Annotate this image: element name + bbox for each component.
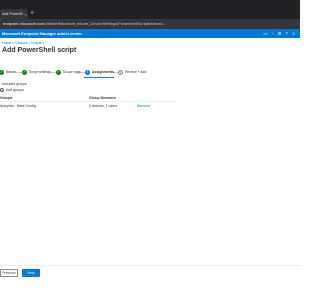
help-icon[interactable]: ? bbox=[284, 31, 289, 36]
footer-divider bbox=[0, 265, 300, 266]
wizard-steps: ✓ Basics ✓ Script settings ✓ Scope tags … bbox=[0, 68, 160, 76]
step-review-add[interactable]: 5 Review + add bbox=[118, 68, 146, 76]
step-label: Assignments bbox=[92, 70, 114, 74]
group-members-cell: 0 devices, 1 users bbox=[89, 104, 118, 108]
step-complete-icon: ✓ bbox=[0, 69, 4, 75]
new-tab-icon[interactable]: + bbox=[30, 10, 34, 18]
step-current-icon: 4 bbox=[85, 69, 90, 75]
more-options-icon[interactable]: ··· bbox=[64, 47, 70, 53]
step-label: Review + add bbox=[125, 70, 147, 74]
add-groups-link[interactable]: + Add groups bbox=[0, 88, 24, 92]
url-path: /#blade/Microsoft_Intune_DeviceSettings/… bbox=[44, 21, 166, 26]
table-header-divider bbox=[0, 101, 175, 102]
step-pending-icon: 5 bbox=[118, 69, 123, 75]
gear-icon[interactable]: ⚙ bbox=[277, 31, 282, 36]
next-button[interactable]: Next bbox=[22, 269, 40, 277]
url-field[interactable]: endpoint.microsoft.com/#blade/Microsoft_… bbox=[3, 21, 293, 27]
terminal-icon[interactable]: ▭ bbox=[263, 31, 268, 36]
plus-icon: + bbox=[0, 88, 4, 92]
portal-title[interactable]: Microsoft Endpoint Manager admin center bbox=[2, 29, 82, 38]
step-label: Basics bbox=[6, 70, 17, 74]
close-tab-icon[interactable]: × bbox=[23, 12, 28, 17]
active-step-indicator bbox=[84, 77, 114, 78]
remove-link[interactable]: Remove bbox=[137, 104, 150, 108]
feedback-icon[interactable]: ☺ bbox=[291, 31, 296, 36]
browser-tab[interactable]: Add PowerShell script - Micro × bbox=[0, 9, 28, 19]
previous-button[interactable]: Previous bbox=[0, 269, 18, 277]
column-header-group-members: Group Members bbox=[89, 96, 116, 100]
step-label: Scope tags bbox=[63, 70, 81, 74]
add-groups-label: Add groups bbox=[6, 88, 24, 92]
browser-tab-title: Add PowerShell script - Micro bbox=[2, 12, 23, 16]
group-name-cell: Autopilot - Base Config bbox=[0, 104, 36, 108]
browser-tab-bar: Add PowerShell script - Micro × + bbox=[0, 0, 300, 19]
included-groups-label: Included groups bbox=[2, 82, 27, 86]
step-label: Script settings bbox=[29, 70, 51, 74]
step-complete-icon: ✓ bbox=[56, 69, 61, 75]
portal-header: Microsoft Endpoint Manager admin center … bbox=[0, 29, 300, 38]
step-script-settings[interactable]: ✓ Script settings bbox=[22, 68, 51, 76]
step-assignments[interactable]: 4 Assignments bbox=[85, 68, 114, 76]
column-header-groups: Groups bbox=[0, 96, 13, 100]
step-scope-tags[interactable]: ✓ Scope tags bbox=[56, 68, 81, 76]
bell-icon[interactable]: ◔ bbox=[270, 31, 275, 36]
step-basics[interactable]: ✓ Basics bbox=[0, 68, 16, 76]
breadcrumb[interactable]: Home > Devices | Scripts > bbox=[2, 41, 44, 45]
step-complete-icon: ✓ bbox=[22, 69, 27, 75]
url-host: endpoint.microsoft.com bbox=[3, 21, 45, 26]
address-bar: endpoint.microsoft.com/#blade/Microsoft_… bbox=[0, 19, 300, 29]
